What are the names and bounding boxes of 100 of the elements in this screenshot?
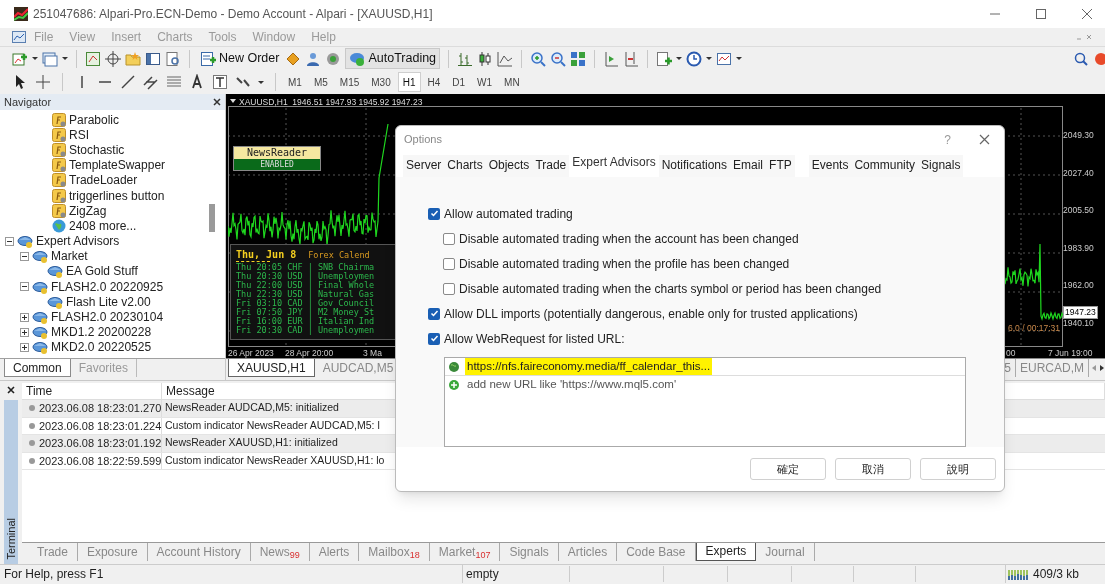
checkbox[interactable] <box>428 307 440 320</box>
expand-icon[interactable] <box>20 327 29 337</box>
line-chart-icon[interactable] <box>497 50 514 67</box>
checkbox[interactable] <box>443 232 455 245</box>
timeframe-button[interactable]: M15 <box>334 72 365 92</box>
collapse-icon[interactable] <box>20 282 29 292</box>
diamond-icon[interactable] <box>285 50 302 67</box>
document-search-icon[interactable] <box>165 50 181 67</box>
dialog-tab[interactable]: Events <box>808 155 852 177</box>
timeframe-button[interactable]: MN <box>499 72 525 92</box>
price-label: 1962.00 <box>1063 280 1094 292</box>
autotrading-button[interactable]: AutoTrading <box>345 48 441 69</box>
dialog-tab[interactable]: Server <box>403 155 445 177</box>
search-icon[interactable] <box>1073 50 1089 67</box>
checkbox-label[interactable]: Disable automated trading when the account has been changed <box>459 229 799 248</box>
table-cell-text: 2023.06.08 18:23:01.192 <box>39 436 162 451</box>
expand-icon[interactable] <box>20 312 29 322</box>
template-icon[interactable] <box>716 50 733 67</box>
checkbox-label[interactable]: Allow DLL imports (potentially dangerous, enable only for trusted applications) <box>444 304 858 323</box>
collapse-icon[interactable] <box>20 251 29 261</box>
timeframe-button[interactable]: M30 <box>366 72 396 92</box>
timeframe-button[interactable]: W1 <box>472 72 498 92</box>
dialog-tab[interactable]: Trade <box>532 155 570 177</box>
scrollbar-thumb[interactable] <box>209 204 215 232</box>
channel-icon[interactable] <box>143 74 159 90</box>
dialog-tab[interactable]: Objects <box>485 155 533 177</box>
checkbox[interactable] <box>428 332 440 345</box>
dialog-tab[interactable]: Charts <box>444 155 486 177</box>
caret-icon[interactable] <box>62 57 68 60</box>
dialog-button[interactable]: 取消 <box>835 458 911 480</box>
close-icon[interactable] <box>7 386 15 394</box>
timeframe-button[interactable]: H1 <box>397 72 421 92</box>
timeframe-button[interactable]: D1 <box>447 72 471 92</box>
timeframe-button[interactable]: M1 <box>283 72 307 92</box>
checkbox-label[interactable]: Allow WebRequest for listed URL: <box>444 329 625 348</box>
dialog-button[interactable]: 說明 <box>920 458 996 480</box>
crosshair-target-icon[interactable] <box>105 50 121 67</box>
expert-cap-icon <box>32 249 48 264</box>
dialog-tab[interactable]: Email <box>730 155 767 177</box>
user-icon[interactable] <box>305 50 322 67</box>
checkbox[interactable] <box>443 282 455 295</box>
dialog-tab[interactable]: FTP <box>766 155 795 177</box>
text-label-icon[interactable] <box>212 74 228 90</box>
expand-icon[interactable] <box>20 342 29 352</box>
text-tool-icon[interactable] <box>189 74 205 90</box>
close-icon[interactable] <box>213 98 221 106</box>
url-entry[interactable]: https://nfs.faireconomy.media/ff_calendar_this... <box>465 357 713 376</box>
zoom-out-icon[interactable] <box>550 50 567 67</box>
window-panel-icon[interactable] <box>145 50 161 67</box>
table-cell-text: Custom indicator NewsReader AUDCAD,M5: l <box>165 417 380 433</box>
expert-cap-icon <box>17 234 33 249</box>
panel-tab[interactable]: Common <box>4 359 71 377</box>
clock-icon[interactable] <box>686 50 703 67</box>
dialog-tab[interactable]: Notifications <box>658 155 731 177</box>
collapse-icon[interactable] <box>5 236 14 246</box>
checkbox-label[interactable]: Disable automated trading when the charts symbol or period has been changed <box>459 279 882 298</box>
notification-icon[interactable] <box>1093 50 1105 67</box>
signal-icon[interactable] <box>325 50 342 67</box>
timeframe-button[interactable]: H4 <box>422 72 446 92</box>
chart-shift-icon[interactable] <box>623 50 640 67</box>
market-watch-icon[interactable] <box>85 50 101 67</box>
terminal-tab[interactable]: Experts <box>695 543 757 561</box>
caret-icon[interactable] <box>736 57 743 60</box>
checkbox[interactable] <box>428 207 440 220</box>
url-list[interactable]: https://nfs.faireconomy.media/ff_calendar_this... add new URL like 'https://www.mql5.com' <box>444 357 966 447</box>
checkbox-label[interactable]: Disable automated trading when the profile has been changed <box>459 254 790 273</box>
trendline-icon[interactable] <box>120 74 136 90</box>
candlestick-icon[interactable] <box>477 50 494 67</box>
tile-windows-icon[interactable] <box>570 50 587 67</box>
expert-cap-icon <box>47 294 63 309</box>
dialog-tab[interactable]: Signals <box>918 155 964 177</box>
time-label: 00 <box>1006 347 1016 358</box>
chart-tab[interactable]: XAUUSD,H1 <box>228 359 315 377</box>
url-entry[interactable]: add new URL like 'https://www.mql5.com' <box>465 376 679 394</box>
caret-icon[interactable] <box>676 57 683 60</box>
new-chart-icon[interactable] <box>12 50 28 67</box>
bar-chart-icon[interactable] <box>457 50 474 67</box>
dialog-tab[interactable]: Community <box>851 155 919 177</box>
new-order-button[interactable]: New Order <box>198 48 282 69</box>
caret-icon[interactable] <box>32 57 38 60</box>
calendar-event: Fri 07:50 JPY | M2 Money St <box>236 308 376 317</box>
chart-window-icon[interactable] <box>12 31 26 43</box>
caret-icon[interactable] <box>258 80 264 84</box>
checkbox[interactable] <box>443 257 455 270</box>
dialog-button[interactable]: 確定 <box>750 458 826 480</box>
caret-icon[interactable] <box>706 57 713 60</box>
folder-star-icon[interactable] <box>125 50 141 67</box>
checkbox-label[interactable]: Allow automated trading <box>444 204 573 223</box>
price-label: 2027.40 <box>1063 167 1094 179</box>
indicator-icon <box>52 127 66 142</box>
log-dot-icon <box>29 440 35 447</box>
column-header[interactable]: Time <box>22 383 162 399</box>
timeframe-button[interactable]: M5 <box>308 72 333 92</box>
log-dot-icon <box>29 457 35 464</box>
maximize-icon[interactable] <box>1035 8 1047 20</box>
auto-scroll-icon[interactable] <box>603 50 620 67</box>
add-indicator-icon[interactable] <box>656 50 673 67</box>
dropdown-triangle-icon[interactable] <box>230 99 236 103</box>
zoom-in-icon[interactable] <box>530 50 547 67</box>
price-label: 1947.23 <box>1063 305 1098 319</box>
